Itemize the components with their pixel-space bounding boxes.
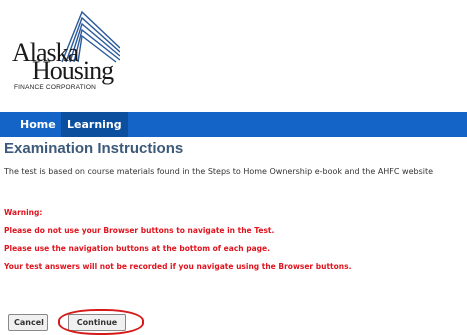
intro-text: The test is based on course materials fo… bbox=[4, 167, 434, 176]
logo-subtitle: FINANCE CORPORATION bbox=[14, 84, 97, 91]
nav-learning-link[interactable]: Learning bbox=[61, 112, 128, 137]
logo-line2: Housing bbox=[32, 56, 114, 85]
ahfc-logo: Alaska Housing FINANCE CORPORATION bbox=[0, 0, 150, 95]
warning-heading: Warning: bbox=[4, 208, 43, 217]
warning-line: Please use the navigation buttons at the… bbox=[4, 244, 270, 253]
warning-line: Your test answers will not be recorded i… bbox=[4, 262, 352, 271]
nav-home-link[interactable]: Home bbox=[20, 112, 56, 137]
cancel-button[interactable]: Cancel bbox=[8, 314, 48, 331]
warning-line: Please do not use your Browser buttons t… bbox=[4, 226, 275, 235]
continue-highlight-circle bbox=[58, 309, 144, 335]
main-navbar: Home Learning bbox=[0, 112, 467, 137]
page-title: Examination Instructions bbox=[4, 140, 184, 157]
